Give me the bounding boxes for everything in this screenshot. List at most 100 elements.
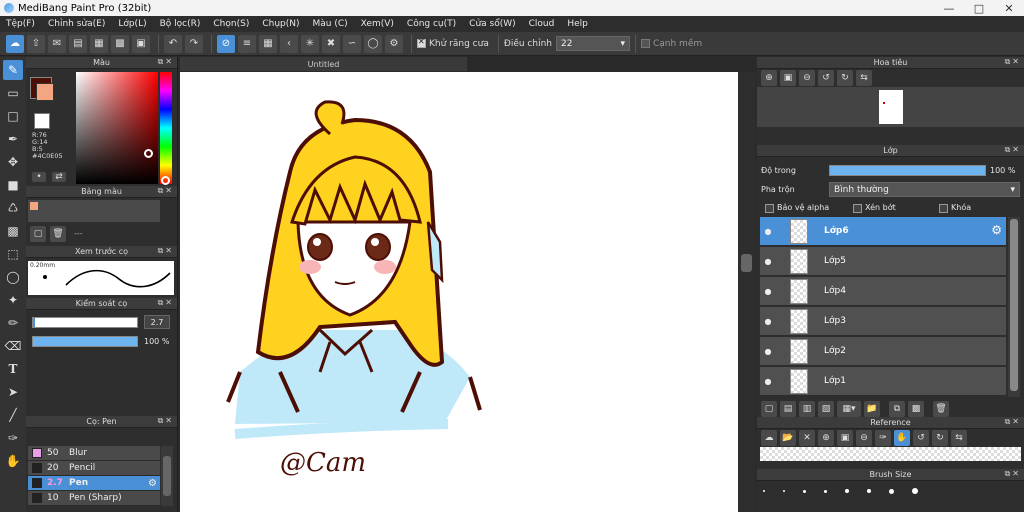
brush-item-pencil[interactable]: 20 Pencil [28,461,160,476]
visibility-icon[interactable]: ● [760,377,776,386]
divide-tool-icon[interactable]: ╱ [3,405,23,425]
text-tool-icon[interactable]: T [3,359,23,379]
folder-icon[interactable]: 📁 [864,401,880,417]
menu-help[interactable]: Help [567,19,588,29]
lock-checkbox[interactable] [939,204,948,213]
layer-item-3[interactable]: ● Lớp3 [760,307,1006,336]
hue-slider-handle[interactable] [161,176,170,185]
rotate-right-icon[interactable]: ↻ [932,430,948,446]
brush-item-pen-sharp[interactable]: 10 Pen (Sharp) [28,491,160,506]
parallel-snap-icon[interactable]: ≡ [238,34,256,53]
panel-close-icon[interactable]: ⧉✕ [158,57,174,67]
swap-color-icon[interactable]: ⇄ [52,172,66,182]
perspective-snap-icon[interactable]: ‹ [280,34,298,53]
visibility-icon[interactable]: ● [760,287,776,296]
layer-opacity-slider[interactable] [829,165,986,176]
comment-icon[interactable]: ✉ [48,34,66,53]
cloud-download-icon[interactable]: ☁ [761,430,777,446]
document-icon[interactable]: ▦ [90,34,108,53]
close-button[interactable]: ✕ [994,0,1024,16]
visibility-icon[interactable]: ● [760,317,776,326]
merge-layer-icon[interactable]: ▩ [908,401,924,417]
visibility-icon[interactable]: ● [760,347,776,356]
zoom-out-icon[interactable]: ⊖ [856,430,872,446]
fit-icon[interactable]: ▣ [780,70,796,86]
rotate-left-icon[interactable]: ↺ [913,430,929,446]
hand-tool-icon[interactable]: ✋ [3,451,23,471]
curve-snap-icon[interactable]: ∽ [343,34,361,53]
gradient-tool-icon[interactable]: ▩ [3,221,23,241]
brush-list-scrollbar[interactable] [161,446,173,506]
select-eraser-tool-icon[interactable]: ⌫ [3,336,23,356]
new-layer-icon[interactable]: ▢ [761,401,777,417]
panel-close-icon[interactable]: ⧉✕ [158,246,174,256]
trash-icon[interactable]: 🗑 [50,226,66,242]
soft-edge-checkbox[interactable] [640,39,650,48]
antialias-checkbox[interactable] [417,37,426,48]
protect-alpha-checkbox[interactable] [765,204,774,213]
menu-file[interactable]: Tệp(F) [6,19,35,29]
brush-size-preset[interactable] [803,489,806,493]
menu-tools[interactable]: Công cụ(T) [407,19,456,29]
visibility-icon[interactable]: ● [760,227,776,236]
panel-close-icon[interactable]: ⧉✕ [1005,469,1021,479]
brush-size-value[interactable]: 2.7 [144,315,170,329]
brush-tool-icon[interactable]: ✎ [3,60,23,80]
new-1bit-layer-icon[interactable]: ▧ [818,401,834,417]
minimize-button[interactable]: — [934,0,964,16]
panel-close-icon[interactable]: ⧉✕ [158,186,174,196]
flip-icon[interactable]: ⇆ [856,70,872,86]
cloud-icon[interactable]: ☁ [6,34,24,53]
brush-size-preset[interactable] [763,490,765,492]
redo-icon[interactable]: ↷ [185,34,203,53]
visibility-icon[interactable]: ● [760,257,776,266]
palette-swatch[interactable] [30,202,38,210]
lasso-tool-icon[interactable]: ◯ [3,267,23,287]
add-layer-dropdown-icon[interactable]: ▦▾ [837,401,861,417]
grid-snap-icon[interactable]: ▦ [259,34,277,53]
canvas-vertical-scrollbar[interactable] [738,72,755,512]
dot-tool-icon[interactable]: □ [3,106,23,126]
brush-item-pen[interactable]: 2.7 Pen ⚙ [28,476,160,491]
drawing-canvas[interactable]: @Cam [180,72,738,512]
brush-size-preset[interactable] [912,488,918,494]
brush-size-preset[interactable] [845,489,849,493]
menu-snap[interactable]: Chụp(N) [262,19,299,29]
new-halftone-layer-icon[interactable]: ▤ [780,401,796,417]
transparent-swatch[interactable] [34,113,50,129]
panel-close-icon[interactable]: ⧉✕ [1005,145,1021,155]
rotate-right-icon[interactable]: ↻ [837,70,853,86]
move-tool-icon[interactable]: ✥ [3,152,23,172]
layer-item-4[interactable]: ● Lớp4 [760,277,1006,306]
menu-color[interactable]: Màu (C) [313,19,348,29]
shape-fill-tool-icon[interactable]: ■ [3,175,23,195]
layer-item-1[interactable]: ● Lớp1 [760,367,1006,396]
bucket-tool-icon[interactable]: ♺ [3,198,23,218]
save-icon[interactable]: ▤ [69,34,87,53]
cross-snap-icon[interactable]: ✖ [322,34,340,53]
eyedropper-tool-icon[interactable]: ✑ [3,428,23,448]
navigator-thumbnail[interactable] [879,90,903,124]
close-icon[interactable]: ✕ [799,430,815,446]
flip-icon[interactable]: ⇆ [951,430,967,446]
brush-size-preset[interactable] [889,488,894,494]
document-tab[interactable]: Untitled [180,57,467,71]
panel-close-icon[interactable]: ⧉✕ [1005,57,1021,67]
gear-icon[interactable]: ⚙ [991,223,1002,237]
rotate-left-icon[interactable]: ↺ [818,70,834,86]
panel-close-icon[interactable]: ⧉✕ [158,416,174,426]
menu-cloud[interactable]: Cloud [529,19,555,29]
undo-icon[interactable]: ↶ [164,34,182,53]
brush-size-preset[interactable] [867,489,871,493]
color-picker-handle[interactable] [144,149,153,158]
layer-item-2[interactable]: ● Lớp2 [760,337,1006,366]
snap-off-icon[interactable]: ⊘ [217,34,235,53]
eraser-tool-icon[interactable]: ▭ [3,83,23,103]
select-pen-tool-icon[interactable]: ✏ [3,313,23,333]
panel-close-icon[interactable]: ⧉✕ [158,298,174,308]
layer-item-6[interactable]: ● Lớp6 ⚙ [760,217,1006,246]
fit-icon[interactable]: ▣ [837,430,853,446]
layout-icon[interactable]: ▣ [132,34,150,53]
operation-tool-icon[interactable]: ➤ [3,382,23,402]
circle-snap-icon[interactable]: ◯ [364,34,382,53]
